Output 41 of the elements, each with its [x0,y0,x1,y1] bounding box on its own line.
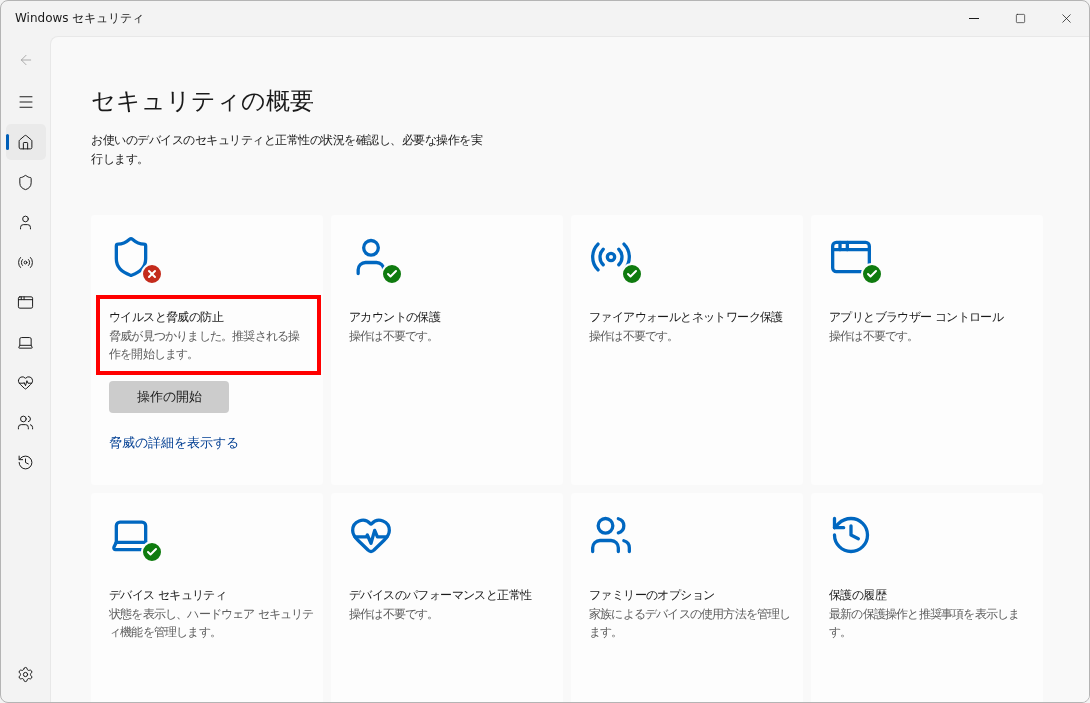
tile-title: 保護の履歴 [829,587,888,604]
tile-card[interactable]: アカウントの保護 操作は不要です。 [331,215,563,485]
window-title: Windows セキュリティ [15,10,146,27]
shield-icon [17,173,34,191]
start-action-button[interactable]: 操作の開始 [109,381,229,413]
tile-card[interactable]: アプリとブラウザー コントロール 操作は不要です。 [811,215,1043,485]
tile-card[interactable]: ファミリーのオプション 家族によるデバイスの使用方法を管理します。 [571,493,803,702]
tile-description: 操作は不要です。 [829,328,920,345]
tile-description: 操作は不要です。 [349,606,440,623]
tile-description: 状態を表示し、ハードウェア セキュリティ機能を管理します。 [109,606,315,641]
people-icon [17,413,34,431]
tile-description: 操作は不要です。 [349,328,440,345]
page-description: お使いのデバイスのセキュリティと正常性の状況を確認し、必要な操作を実行します。 [91,132,484,168]
home-icon [17,133,34,151]
settings-icon [17,665,34,683]
tile-title: デバイスのパフォーマンスと正常性 [349,587,533,604]
tile-card[interactable]: 保護の履歴 最新の保護操作と推奨事項を表示します。 [811,493,1043,702]
page-title: セキュリティの概要 [91,86,315,117]
menu-icon [16,93,35,111]
tile-description: 家族によるデバイスの使用方法を管理します。 [589,606,792,641]
tile-description: 操作は不要です。 [589,328,680,345]
tile-title: ウイルスと脅威の防止 [109,309,225,326]
minimize-icon [969,18,979,19]
tile-title: デバイス セキュリティ [109,587,228,604]
tile-description: 脅威が見つかりました。推奨される操作を開始します。 [109,328,301,363]
tile-title: アプリとブラウザー コントロール [829,309,1005,326]
tile-card[interactable]: ウイルスと脅威の防止 脅威が見つかりました。推奨される操作を開始します。 操作の開始 脅威の詳細を表示する [91,215,323,485]
heart-pulse-icon [17,373,34,391]
maximize-icon [1014,13,1026,24]
details-link[interactable]: 脅威の詳細を表示する [109,435,315,452]
tile-card[interactable]: デバイス セキュリティ 状態を表示し、ハードウェア セキュリティ機能を管理します。 [91,493,323,702]
tile-title: ファミリーのオプション [589,587,716,604]
tile-title: アカウントの保護 [349,309,442,326]
browser-window-icon [17,293,34,311]
sidebar-item[interactable] [5,124,46,160]
tile-description: 最新の保護操作と推奨事項を表示します。 [829,606,1021,641]
tile-card[interactable]: デバイスのパフォーマンスと正常性 操作は不要です。 [331,493,563,702]
tile-card[interactable]: ファイアウォールとネットワーク保護 操作は不要です。 [571,215,803,485]
tile-title: ファイアウォールとネットワーク保護 [589,309,784,326]
person-icon [17,213,34,231]
history-icon [17,453,34,471]
